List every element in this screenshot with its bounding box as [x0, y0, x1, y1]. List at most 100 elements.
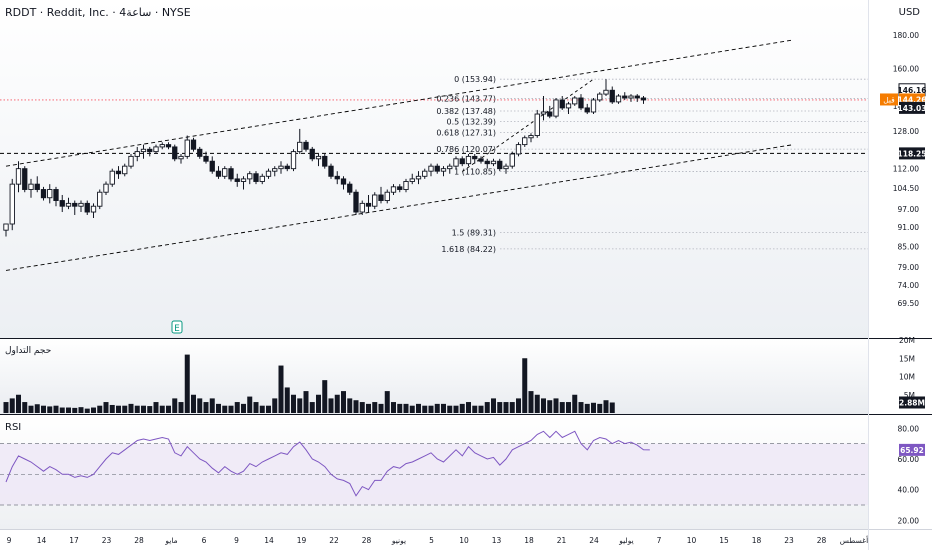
- currency-label[interactable]: USD: [899, 7, 921, 18]
- candle-body: [465, 155, 472, 165]
- fib-level-label: 1.618 (84.22): [441, 245, 496, 254]
- fib-level-label: 0.618 (127.31): [436, 129, 496, 138]
- volume-bar: [253, 402, 259, 413]
- time-tick-label: 15: [719, 536, 729, 545]
- volume-bar: [578, 402, 584, 413]
- volume-bar: [222, 405, 228, 413]
- candle-body: [522, 137, 528, 146]
- volume-bar: [572, 394, 578, 413]
- candle-body: [553, 99, 559, 117]
- volume-bar: [134, 405, 140, 413]
- volume-bar: [122, 405, 128, 413]
- candle-body: [228, 168, 234, 180]
- volume-bar: [16, 394, 21, 413]
- fib-level-label: 1 (110.85): [454, 168, 496, 177]
- candle-body: [65, 202, 72, 207]
- candle-body: [540, 111, 547, 115]
- candle-body: [234, 178, 240, 182]
- candle-body: [453, 158, 459, 167]
- time-tick-label: 24: [589, 536, 599, 545]
- time-tick-label: يونيو: [391, 536, 406, 545]
- candle-body: [628, 95, 634, 99]
- volume-bar: [97, 405, 103, 413]
- volume-tick-label: 20M: [899, 336, 915, 345]
- candle-body: [509, 153, 515, 167]
- candle-body: [528, 135, 534, 139]
- fib-level-label: 0.5 (132.39): [447, 118, 497, 127]
- candle-body: [90, 205, 97, 213]
- fib-level-label: 0.786 (120.07): [436, 145, 496, 154]
- time-tick-label: 7: [657, 536, 662, 545]
- candle-body: [497, 160, 503, 170]
- price-tick-label: 128.00: [893, 127, 919, 136]
- volume-bar: [91, 407, 96, 413]
- volume-bar: [366, 403, 371, 413]
- rsi-tick-label: 80.00: [898, 424, 920, 433]
- volume-bar: [216, 403, 221, 413]
- time-tick-label: 28: [134, 536, 144, 545]
- candle-body: [578, 97, 584, 109]
- chart-canvas[interactable]: 0 (153.94)0.236 (143.77)0.382 (137.48)0.…: [0, 0, 932, 550]
- candle-body: [447, 165, 453, 170]
- time-tick-label: 10: [687, 536, 697, 545]
- price-tick-label: 112.00: [893, 165, 919, 174]
- candle-body: [22, 168, 28, 190]
- volume-last-label: 2.88M: [899, 398, 925, 407]
- candle-body: [559, 99, 565, 109]
- candle-body: [128, 155, 134, 167]
- time-axis[interactable]: 9 14 17 23 28 مايو 6 9 14 19 22 28 يونيو 5 10 13 18 21 24 ي…: [7, 535, 869, 545]
- candle-body: [322, 155, 328, 167]
- candle-body: [122, 165, 128, 175]
- time-tick-label: 9: [7, 536, 12, 545]
- volume-bar: [478, 405, 484, 413]
- candle-body: [222, 168, 228, 177]
- volume-bar: [59, 407, 65, 413]
- time-tick-label: 22: [329, 536, 339, 545]
- volume-bar: [47, 406, 53, 413]
- candle-body: [597, 93, 603, 101]
- candle-body: [459, 158, 465, 165]
- volume-bar: [416, 403, 421, 413]
- candle-body: [584, 107, 590, 113]
- candle-body: [303, 141, 309, 150]
- candle-body: [378, 194, 384, 201]
- volume-bar: [472, 405, 478, 413]
- volume-bar: [153, 402, 159, 413]
- candle-body: [165, 144, 172, 148]
- price-axis[interactable]: 180.00160.00140.00128.00112.00104.5097.0…: [880, 31, 926, 525]
- candle-body: [134, 151, 140, 157]
- volume-bar: [459, 403, 465, 413]
- candle-body: [3, 223, 9, 231]
- volume-bar: [447, 405, 453, 413]
- volume-bar: [553, 398, 559, 413]
- earnings-event-icon[interactable]: E: [171, 320, 183, 334]
- volume-bar: [84, 408, 90, 413]
- volume-bar: [503, 402, 509, 413]
- volume-bar: [397, 403, 403, 413]
- candle-body: [47, 189, 53, 199]
- volume-bar: [322, 380, 328, 413]
- candle-body: [172, 146, 178, 160]
- volume-bar: [259, 405, 265, 413]
- candle-body: [159, 144, 165, 148]
- volume-bar: [428, 405, 434, 413]
- candle-body: [253, 173, 259, 182]
- fib-level-label: 1.5 (89.31): [452, 228, 496, 237]
- candle-body: [390, 186, 397, 193]
- candle-body: [40, 189, 47, 199]
- volume-bar: [341, 391, 346, 413]
- candle-body: [572, 97, 578, 105]
- price-tick-label: 160.00: [893, 64, 919, 73]
- time-tick-label: يوليو: [618, 536, 633, 545]
- candle-body: [409, 178, 415, 182]
- time-tick-label: 23: [784, 536, 794, 545]
- candle-body: [315, 155, 322, 160]
- chart-title[interactable]: RDDT · Reddit, Inc. · 4ساعة · NYSE: [5, 6, 191, 19]
- volume-bar: [453, 405, 459, 413]
- volume-bar: [403, 403, 409, 413]
- volume-bar: [541, 398, 546, 413]
- candle-body: [440, 168, 447, 172]
- rsi-last-label: 65.92: [900, 446, 924, 455]
- candle-body: [372, 194, 378, 207]
- volume-bar: [422, 405, 428, 413]
